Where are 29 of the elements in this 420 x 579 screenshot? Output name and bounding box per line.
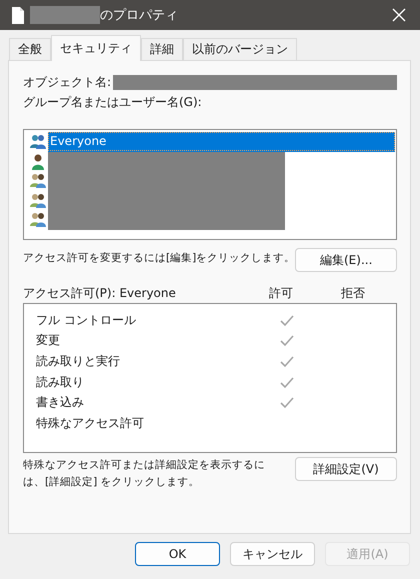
group-icon	[29, 172, 47, 190]
tab[interactable]: 詳細	[141, 38, 183, 60]
group-icon	[29, 192, 47, 209]
permission-name: 変更	[36, 332, 60, 350]
hint-text: アクセス許可を変更するには[編集]をクリックします。	[23, 251, 296, 265]
column-header: 許可	[269, 284, 294, 302]
permission-name: フル コントロール	[36, 312, 136, 329]
close-icon[interactable]	[392, 8, 406, 22]
field-label: オブジェクト名:	[23, 74, 112, 90]
tab[interactable]: セキュリティ	[51, 35, 141, 61]
advanced-button[interactable]: 詳細設定(V)	[295, 457, 397, 481]
dialog-button[interactable]: OK	[135, 542, 220, 566]
edit-button[interactable]: 編集(E)...	[295, 248, 398, 272]
group-icon	[29, 211, 47, 228]
permission-name: 特殊なアクセス許可	[36, 414, 144, 432]
hint-text: 特殊なアクセス許可または詳細設定を表示するには、[詳細設定] をクリックします。	[23, 458, 266, 490]
group-icon	[29, 133, 47, 150]
tab[interactable]: 全般	[9, 38, 51, 60]
tab[interactable]: 以前のバージョン	[183, 38, 297, 60]
column-header: 拒否	[341, 284, 366, 302]
document-icon	[10, 6, 26, 24]
permission-name: 読み取り	[36, 374, 84, 391]
user-icon	[29, 152, 47, 170]
permission-name: 読み取りと実行	[36, 352, 120, 370]
field-label: グループ名またはユーザー名(G):	[23, 94, 203, 111]
permission-name: 書き込み	[36, 394, 84, 412]
dialog-button[interactable]: キャンセル	[230, 542, 315, 566]
permissions-label: アクセス許可(P): Everyone	[23, 284, 177, 302]
window-title: のプロパティ	[100, 7, 178, 24]
